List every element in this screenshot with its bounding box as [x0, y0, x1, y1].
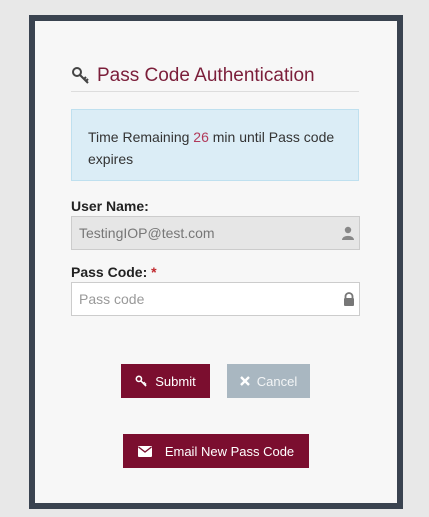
cancel-button[interactable]: Cancel: [227, 364, 310, 398]
envelope-icon: [137, 445, 152, 457]
key-icon: [72, 67, 89, 84]
alert-prefix: Time Remaining: [88, 129, 190, 145]
email-new-pass-code-button[interactable]: Email New Pass Code: [123, 434, 309, 468]
passcode-input[interactable]: [71, 282, 360, 316]
cancel-label: Cancel: [256, 373, 298, 389]
email-label: Email New Pass Code: [164, 443, 295, 459]
key-icon: [135, 375, 147, 387]
username-field[interactable]: [71, 216, 360, 250]
login-panel: Pass Code Authentication Time Remaining …: [29, 15, 403, 509]
time-remaining-alert: Time Remaining 26 min until Pass code ex…: [71, 109, 359, 181]
submit-button[interactable]: Submit: [121, 364, 210, 398]
user-icon: [342, 226, 354, 240]
passcode-label: Pass Code:: [71, 264, 148, 280]
required-mark: *: [151, 264, 157, 280]
lock-icon: [344, 292, 354, 306]
submit-label: Submit: [155, 373, 196, 389]
passcode-label-row: Pass Code: *: [71, 264, 157, 280]
close-icon: [239, 376, 250, 386]
panel-header: Pass Code Authentication: [71, 61, 359, 92]
page-title: Pass Code Authentication: [97, 65, 315, 86]
username-label: User Name:: [71, 198, 149, 214]
minutes-remaining: 26: [193, 129, 209, 145]
